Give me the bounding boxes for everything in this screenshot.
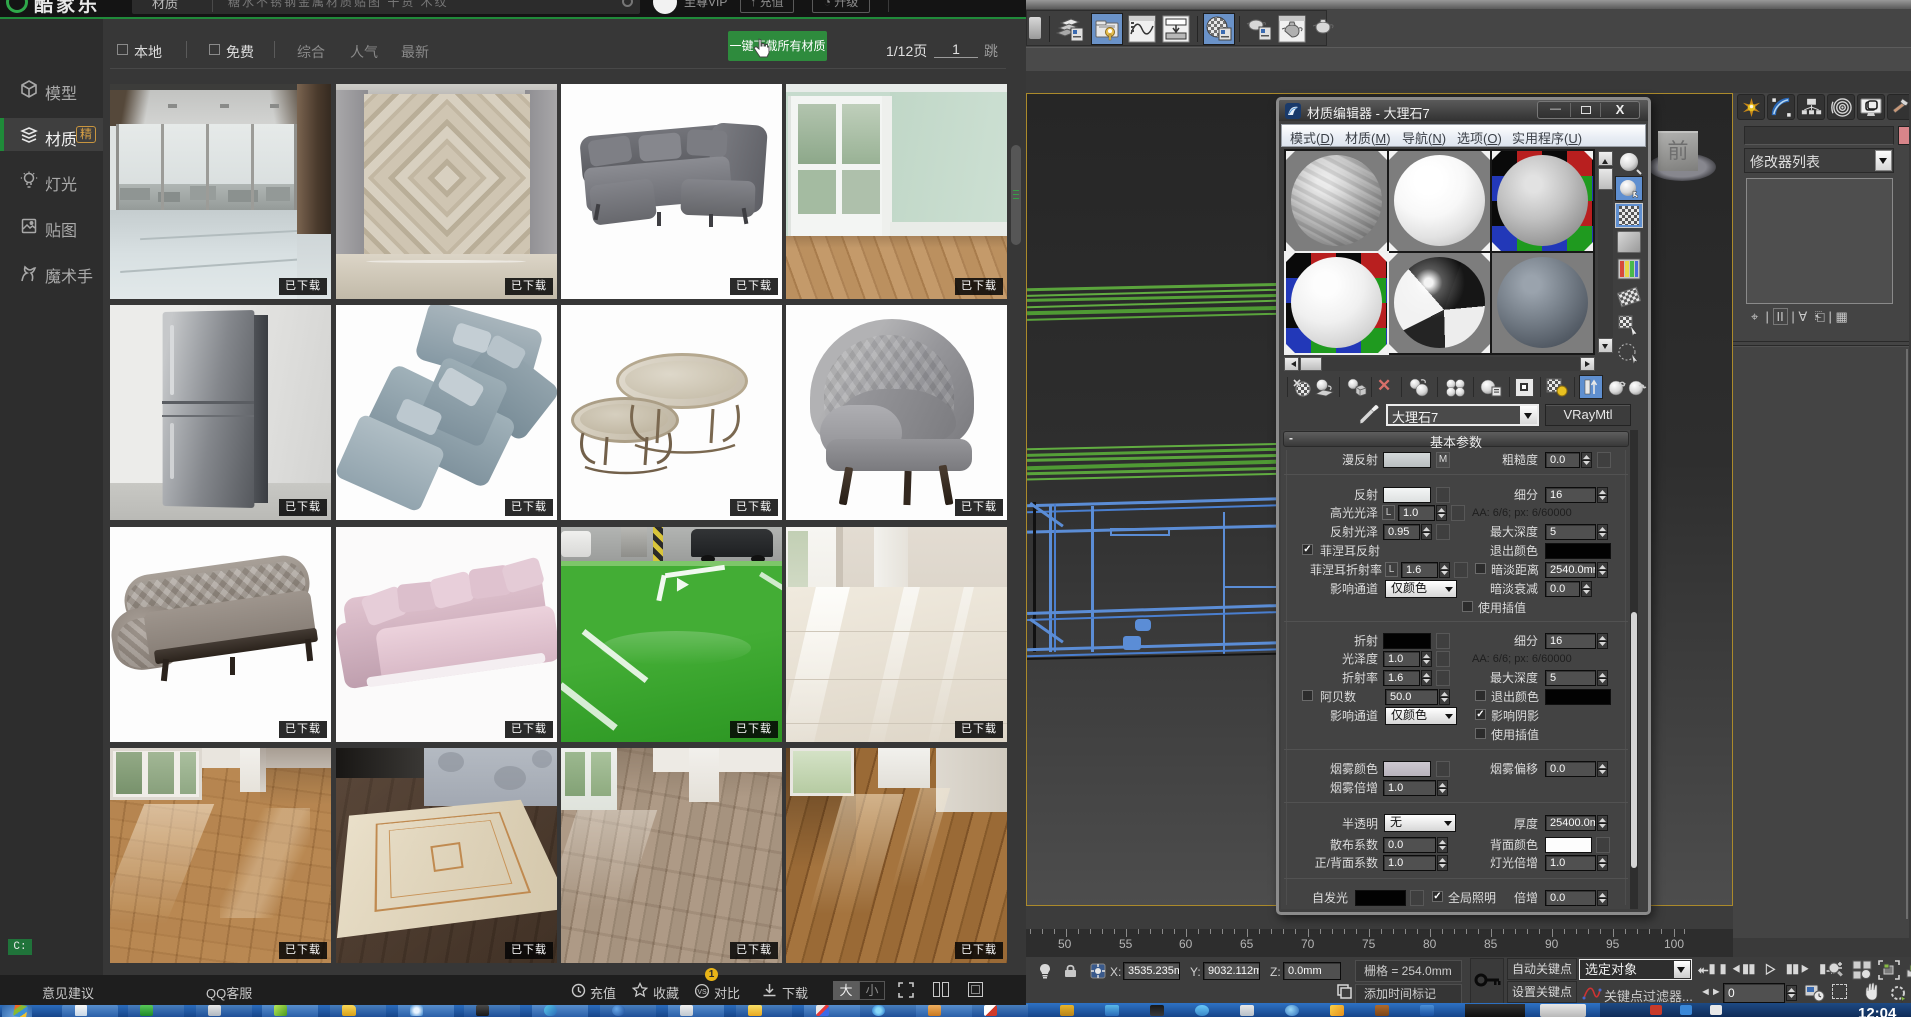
svg-text:VS: VS (697, 989, 707, 996)
